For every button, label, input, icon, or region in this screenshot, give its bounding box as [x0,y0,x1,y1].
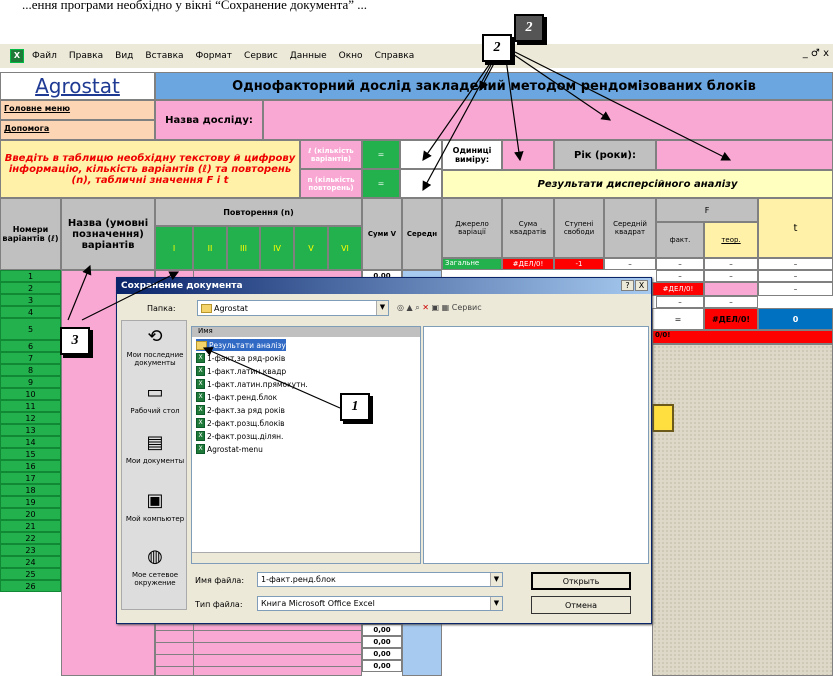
arrow-2-b [422,51,499,192]
arrow-2-c [504,51,524,162]
callout-2-shadow: 2 [482,34,512,62]
callout-1: 1 [340,393,370,421]
callout-2: 2 [514,14,544,42]
arrow-3-b [81,271,180,321]
callout-3: 3 [60,327,90,355]
arrow-2-e [514,51,732,161]
arrow-2-a [422,51,499,161]
arrow-2-d [509,51,611,121]
arrow-3-a [67,264,92,321]
callout-arrows [67,51,732,409]
screenshot-page: ...ення програми необхідно у вікні “Сохр… [0,0,833,676]
arrow-1 [202,346,341,409]
